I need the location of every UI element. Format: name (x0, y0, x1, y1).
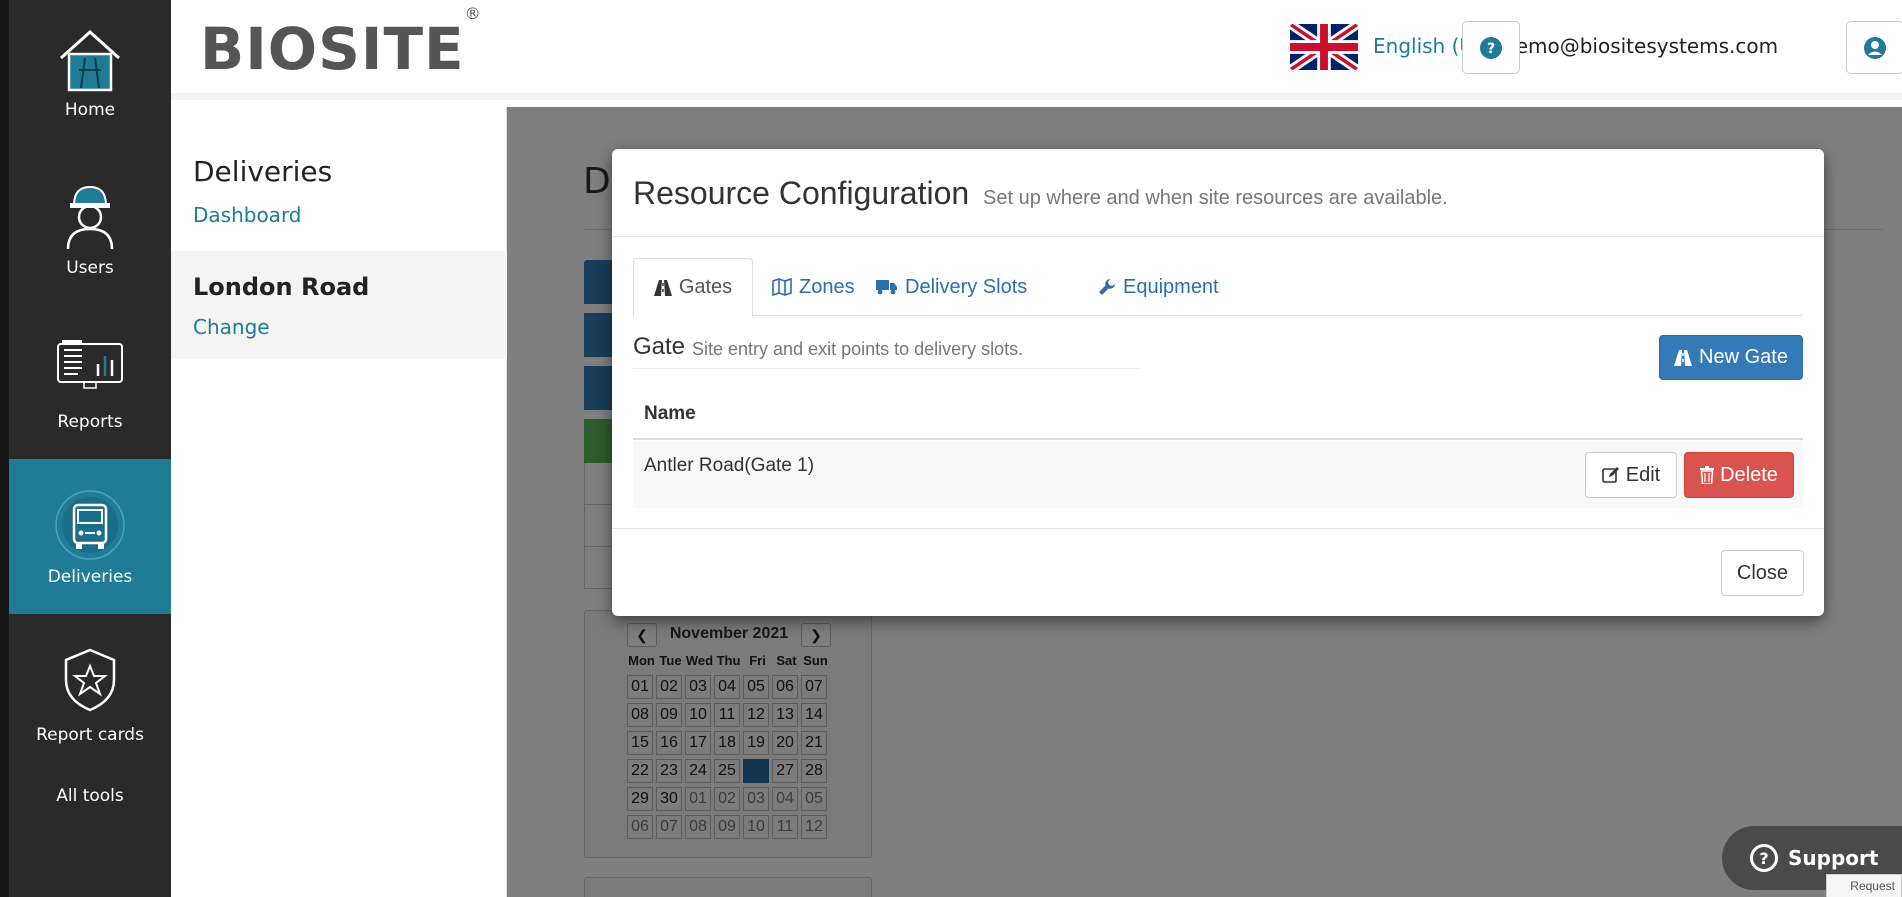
truck-icon (876, 280, 897, 295)
nav-all-tools[interactable]: All tools (9, 766, 171, 826)
question-circle-icon: ? (1750, 844, 1778, 872)
new-gate-label: New Gate (1699, 346, 1788, 368)
section-heading: Gate (633, 333, 686, 360)
tab-zones[interactable]: Zones (772, 258, 855, 316)
user-circle-icon (1864, 36, 1886, 59)
modal-footer: Close (612, 528, 1824, 616)
nav-item-label: Home (64, 100, 116, 120)
request-tab[interactable]: Request (1826, 874, 1902, 897)
tab-label: Equipment (1123, 275, 1219, 298)
tab-delivery-slots[interactable]: Delivery Slots (876, 258, 1027, 316)
new-gate-button[interactable]: New Gate (1659, 335, 1803, 380)
uk-flag-icon[interactable] (1290, 24, 1358, 70)
road-icon (653, 279, 672, 296)
account-button[interactable] (1846, 21, 1902, 74)
rail-edge (0, 0, 9, 897)
top-header: BIOSITE® English (UK) demo@biositesystem… (171, 0, 1902, 100)
modal-subtitle: Set up where and when site resources are… (983, 187, 1448, 209)
reports-icon (57, 340, 123, 389)
svg-text:?: ? (1487, 41, 1495, 57)
help-button[interactable]: ? (1462, 21, 1520, 74)
resource-configuration-modal: Resource Configuration Set up where and … (612, 149, 1824, 616)
tab-label: Gates (678, 276, 733, 298)
site-panel: London Road Change (171, 251, 507, 359)
close-button[interactable]: Close (1721, 550, 1804, 596)
edit-button[interactable]: Edit (1585, 452, 1677, 498)
road-icon (1674, 349, 1693, 366)
nav-item-label: Reports (57, 412, 123, 432)
tab-gates[interactable]: Gates (633, 258, 753, 317)
tab-label: Delivery Slots (905, 275, 1028, 298)
gate-name-cell: Antler Road(Gate 1) (644, 455, 815, 476)
edit-label: Edit (1625, 463, 1661, 486)
delete-label: Delete (1720, 463, 1778, 486)
change-site-link[interactable]: Change (193, 315, 270, 339)
delete-button[interactable]: Delete (1684, 452, 1794, 498)
table-row: Antler Road(Gate 1) Edit Delete (633, 441, 1803, 508)
column-header-name: Name (644, 403, 696, 424)
wrench-icon (1099, 279, 1115, 295)
site-name: London Road (193, 273, 370, 301)
truck-icon (55, 490, 125, 560)
map-icon (772, 278, 792, 296)
section-sidebar: Deliveries Dashboard London Road Change (171, 107, 507, 897)
section-divider (633, 368, 1141, 369)
resource-tabs: Gates Zones Delivery Slots Equipment (633, 258, 1803, 317)
shield-star-icon (64, 648, 116, 712)
home-icon (59, 29, 121, 92)
logo-registered-mark: ® (464, 3, 482, 23)
trash-icon (1700, 466, 1715, 484)
section-subheading: Site entry and exit points to delivery s… (692, 339, 1024, 359)
modal-title: Resource Configuration (633, 175, 970, 211)
modal-header: Resource Configuration Set up where and … (612, 149, 1824, 237)
logo-text: BIOSITE (200, 15, 465, 83)
worker-icon (66, 185, 114, 250)
nav-item-reports[interactable]: Reports (9, 300, 171, 432)
table-header: Name (633, 392, 1803, 440)
biosite-logo[interactable]: BIOSITE® (200, 4, 482, 83)
edit-icon (1601, 467, 1619, 483)
support-label: Support (1788, 846, 1879, 870)
nav-item-report-cards[interactable]: Report cards (9, 626, 171, 754)
nav-item-home[interactable]: Home (9, 0, 171, 128)
nav-item-label: Users (66, 258, 114, 278)
nav-item-users[interactable]: Users (9, 155, 171, 283)
user-email: demo@biositesystems.com (1503, 34, 1779, 58)
tab-label: Zones (799, 275, 855, 298)
all-tools-label: All tools (56, 786, 124, 806)
nav-item-deliveries[interactable]: Deliveries (9, 459, 171, 614)
question-circle-icon: ? (1480, 36, 1502, 59)
main-nav-rail: Home Users Reports Deliveries Report car… (0, 0, 171, 897)
nav-item-label: Report cards (36, 725, 144, 745)
section-title: Deliveries (193, 155, 333, 188)
dashboard-link[interactable]: Dashboard (193, 203, 302, 227)
nav-item-label: Deliveries (47, 567, 133, 587)
tab-equipment[interactable]: Equipment (1098, 258, 1219, 316)
